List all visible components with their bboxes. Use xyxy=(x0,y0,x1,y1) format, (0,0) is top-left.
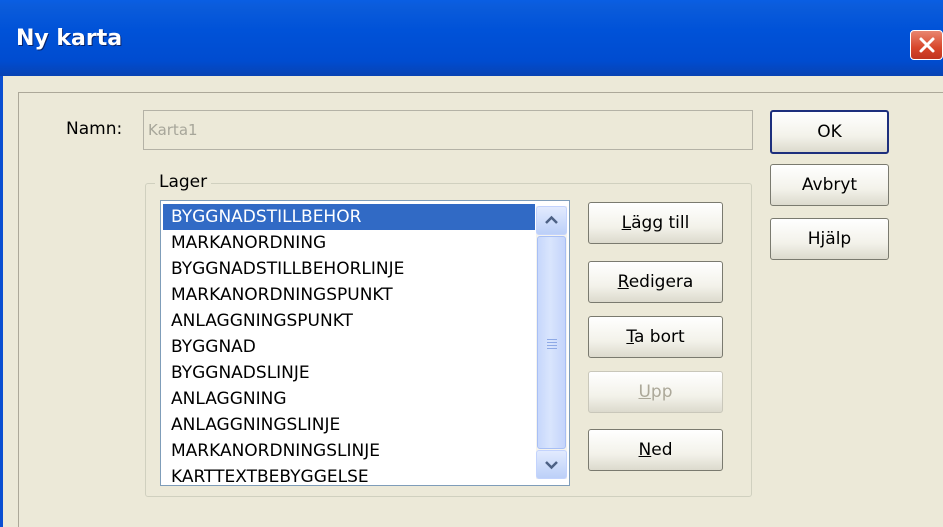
add-layer-button[interactable]: Lägg till xyxy=(588,202,723,244)
list-item[interactable]: BYGGNADSTILLBEHOR xyxy=(163,204,535,230)
remove-layer-button[interactable]: Ta bort xyxy=(588,316,723,358)
move-up-mnemonic: U xyxy=(638,382,651,402)
list-item[interactable]: MARKANORDNING xyxy=(163,230,535,256)
list-item[interactable]: BYGGNAD xyxy=(163,334,535,360)
edit-layer-button[interactable]: Redigera xyxy=(588,261,723,303)
close-button[interactable] xyxy=(910,30,943,60)
window-frame xyxy=(0,76,3,527)
edit-layer-mnemonic: R xyxy=(617,272,629,292)
window-title: Ny karta xyxy=(16,26,123,51)
list-item[interactable]: MARKANORDNINGSLINJE xyxy=(163,438,535,464)
list-item[interactable]: BYGGNADSLINJE xyxy=(163,360,535,386)
chevron-up-icon xyxy=(545,215,558,224)
remove-layer-mnemonic: T xyxy=(626,327,634,347)
grip-icon xyxy=(547,337,557,351)
move-down-mnemonic: N xyxy=(638,440,652,460)
close-icon xyxy=(919,37,935,53)
move-down-label: ed xyxy=(651,440,673,460)
add-layer-mnemonic: L xyxy=(621,213,632,233)
help-button[interactable]: Hjälp xyxy=(770,218,889,260)
list-item[interactable]: BYGGNADSTILLBEHORLINJE xyxy=(163,256,535,282)
cancel-button[interactable]: Avbryt xyxy=(770,164,889,206)
list-item[interactable]: KARTTEXTBEBYGGELSE xyxy=(163,464,535,485)
ok-button[interactable]: OK xyxy=(770,110,889,154)
layers-scrollbar[interactable] xyxy=(536,206,567,479)
layers-listbox[interactable]: BYGGNADSTILLBEHOR MARKANORDNING BYGGNADSTI… xyxy=(160,200,570,486)
move-up-label: pp xyxy=(650,382,673,402)
layers-list: BYGGNADSTILLBEHOR MARKANORDNING BYGGNADSTI… xyxy=(163,204,535,485)
name-label: Namn: xyxy=(66,119,123,139)
edit-layer-label: edigera xyxy=(628,272,694,292)
add-layer-label: ägg till xyxy=(631,213,690,233)
list-item[interactable]: ANLAGGNINGSPUNKT xyxy=(163,308,535,334)
scroll-up-button[interactable] xyxy=(536,206,567,235)
move-up-button[interactable]: Upp xyxy=(588,371,723,413)
title-bar[interactable]: Ny karta xyxy=(0,0,943,76)
list-item[interactable]: MARKANORDNINGSPUNKT xyxy=(163,282,535,308)
chevron-down-icon xyxy=(545,461,558,470)
scroll-thumb[interactable] xyxy=(537,236,566,449)
name-input[interactable] xyxy=(143,110,753,150)
list-item[interactable]: ANLAGGNING xyxy=(163,386,535,412)
move-down-button[interactable]: Ned xyxy=(588,429,723,471)
remove-layer-label: a bort xyxy=(633,327,685,347)
list-item[interactable]: ANLAGGNINGSLINJE xyxy=(163,412,535,438)
scroll-down-button[interactable] xyxy=(536,450,567,479)
layers-group-label: Lager xyxy=(155,172,212,192)
